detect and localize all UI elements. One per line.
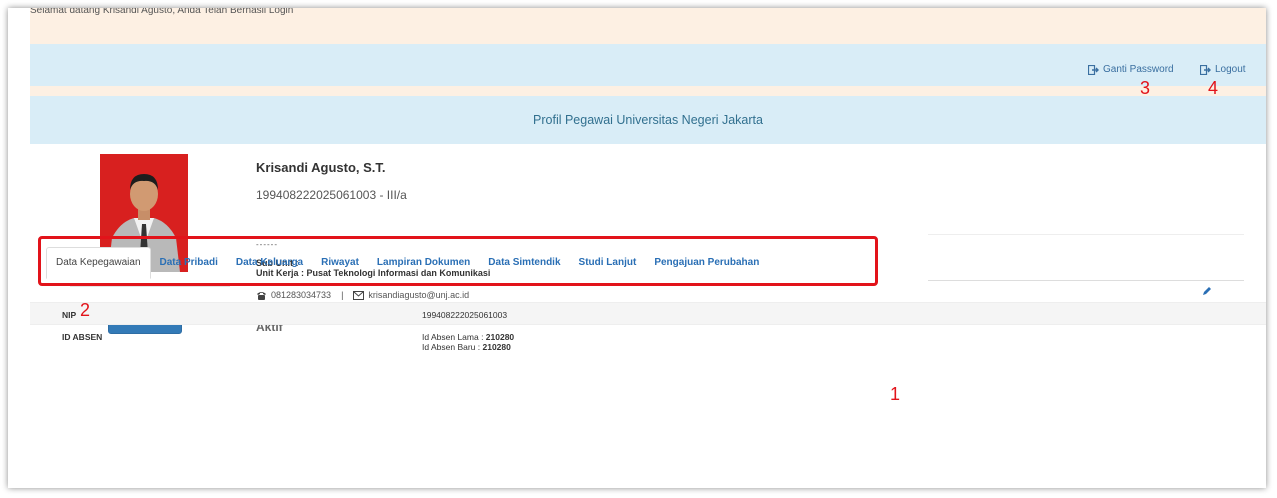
header-stripe — [30, 86, 1266, 96]
welcome-text: Selamat datang Krisandi Agusto, Anda Tel… — [30, 8, 294, 16]
envelope-icon — [353, 290, 365, 300]
phone-number: 081283034733 — [271, 290, 332, 300]
annotation-1: 1 — [890, 384, 901, 404]
photo-divider — [70, 286, 230, 287]
top-navbar: Ganti Password Logout — [30, 44, 1266, 86]
id-absen-value: Id Absen Lama : 210280 Id Absen Baru : 2… — [422, 332, 514, 352]
phone-icon — [257, 291, 266, 300]
nip-value: 199408222025061003 — [422, 310, 508, 320]
annotation-4: 4 — [1208, 78, 1219, 98]
sign-out-icon — [1088, 64, 1099, 75]
logout-label: Logout — [1215, 64, 1246, 75]
tabs-top-line — [928, 234, 1244, 235]
pencil-icon — [1203, 287, 1211, 295]
absen-baru-value: 210280 — [482, 342, 511, 352]
email-address: krisandiagusto@unj.ac.id — [368, 290, 470, 300]
absen-lama-label: Id Absen Lama : — [422, 332, 486, 342]
welcome-bar: Selamat datang Krisandi Agusto, Anda Tel… — [30, 8, 1266, 44]
employee-name: Krisandi Agusto, S.T. — [256, 160, 386, 175]
employee-nip-grade: 199408222025061003 - III/a — [256, 188, 407, 202]
annotation-3: 3 — [1140, 78, 1151, 98]
tabs-underline — [928, 280, 1244, 281]
contact-separator: | — [341, 290, 344, 300]
id-absen-label: ID ABSEN — [62, 332, 103, 342]
logout-link[interactable]: Logout — [1200, 64, 1246, 75]
edit-pencil-icon[interactable] — [1202, 286, 1212, 299]
table-row: ID ABSEN Id Absen Lama : 210280 Id Absen… — [30, 324, 1266, 365]
annotation-2: 2 — [80, 300, 91, 320]
browser-frame: Selamat datang Krisandi Agusto, Anda Tel… — [8, 8, 1266, 488]
ganti-password-label: Ganti Password — [1103, 64, 1174, 75]
contact-info: 081283034733 | krisandiagusto@unj.ac.id — [256, 290, 469, 300]
sign-out-icon — [1200, 64, 1211, 75]
nip-label: NIP — [62, 310, 77, 320]
ganti-password-link[interactable]: Ganti Password — [1088, 64, 1174, 75]
absen-lama-value: 210280 — [485, 332, 515, 342]
tabs-highlight-box — [38, 236, 878, 286]
panel-title: Profil Pegawai Universitas Negeri Jakart… — [30, 96, 1266, 145]
absen-baru-label: Id Absen Baru : — [422, 342, 483, 352]
table-row: NIP 199408222025061003 — [30, 302, 1266, 325]
